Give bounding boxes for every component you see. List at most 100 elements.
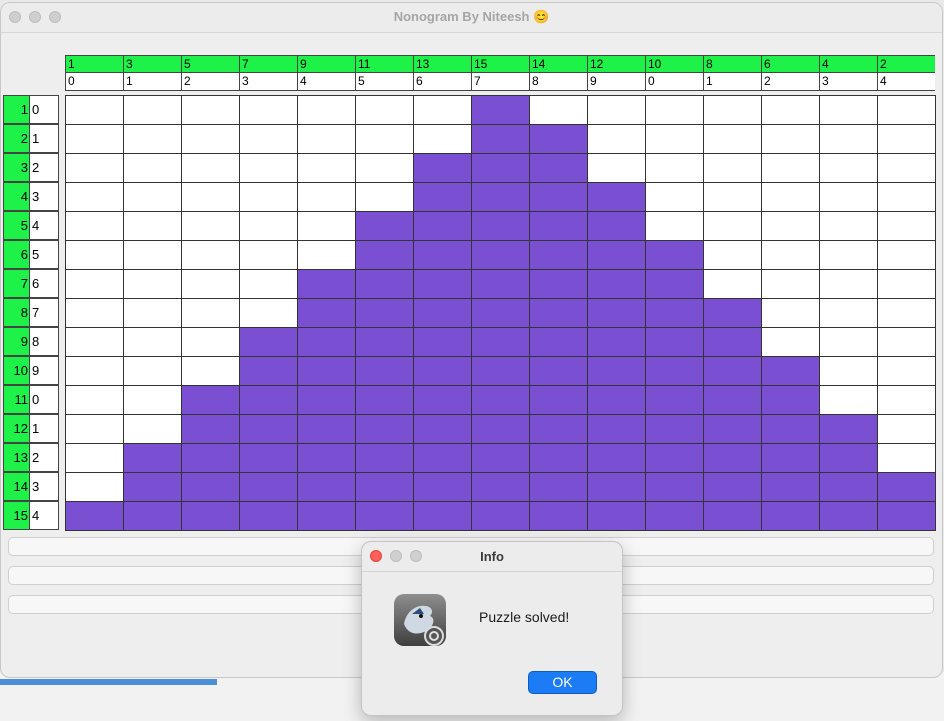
grid-cell-filled[interactable] [587, 356, 646, 386]
grid-cell-filled[interactable] [413, 385, 472, 415]
grid-cell-filled[interactable] [413, 443, 472, 473]
grid-cell-empty[interactable] [877, 443, 936, 473]
grid-cell-filled[interactable] [703, 327, 762, 357]
grid-cell-empty[interactable] [645, 124, 704, 154]
grid-cell-filled[interactable] [413, 472, 472, 502]
grid-cell-empty[interactable] [181, 269, 240, 299]
grid-cell-filled[interactable] [181, 443, 240, 473]
grid-cell-empty[interactable] [65, 385, 124, 415]
grid-cell-filled[interactable] [181, 472, 240, 502]
grid-cell-filled[interactable] [645, 240, 704, 270]
grid-cell-filled[interactable] [65, 501, 124, 531]
grid-cell-empty[interactable] [239, 182, 298, 212]
grid-cell-empty[interactable] [587, 153, 646, 183]
grid-cell-empty[interactable] [877, 269, 936, 299]
grid-cell-empty[interactable] [239, 124, 298, 154]
grid-cell-filled[interactable] [529, 182, 588, 212]
grid-cell-filled[interactable] [471, 124, 530, 154]
grid-cell-filled[interactable] [645, 472, 704, 502]
grid-cell-filled[interactable] [529, 211, 588, 241]
grid-cell-empty[interactable] [877, 414, 936, 444]
grid-cell-filled[interactable] [703, 472, 762, 502]
grid-cell-filled[interactable] [413, 356, 472, 386]
grid-cell-empty[interactable] [761, 153, 820, 183]
grid-cell-empty[interactable] [239, 269, 298, 299]
grid-cell-filled[interactable] [529, 298, 588, 328]
grid-cell-filled[interactable] [297, 414, 356, 444]
grid-cell-filled[interactable] [181, 501, 240, 531]
grid-cell-empty[interactable] [819, 298, 878, 328]
grid-cell-empty[interactable] [181, 153, 240, 183]
grid-cell-empty[interactable] [123, 298, 182, 328]
grid-cell-filled[interactable] [355, 443, 414, 473]
grid-cell-empty[interactable] [703, 269, 762, 299]
grid-cell-empty[interactable] [239, 153, 298, 183]
grid-cell-empty[interactable] [645, 95, 704, 125]
grid-cell-empty[interactable] [819, 211, 878, 241]
grid-cell-empty[interactable] [65, 443, 124, 473]
grid-cell-filled[interactable] [239, 443, 298, 473]
grid-cell-filled[interactable] [355, 472, 414, 502]
grid-cell-filled[interactable] [761, 414, 820, 444]
grid-cell-empty[interactable] [819, 182, 878, 212]
grid-cell-filled[interactable] [355, 501, 414, 531]
grid-cell-empty[interactable] [355, 182, 414, 212]
grid-cell-empty[interactable] [65, 124, 124, 154]
grid-cell-empty[interactable] [123, 327, 182, 357]
grid-cell-filled[interactable] [355, 211, 414, 241]
grid-cell-filled[interactable] [645, 269, 704, 299]
grid-cell-empty[interactable] [819, 153, 878, 183]
grid-cell-filled[interactable] [123, 501, 182, 531]
grid-cell-filled[interactable] [529, 443, 588, 473]
grid-cell-filled[interactable] [587, 269, 646, 299]
grid-cell-empty[interactable] [761, 124, 820, 154]
grid-cell-filled[interactable] [413, 153, 472, 183]
grid-cell-empty[interactable] [355, 95, 414, 125]
grid-cell-empty[interactable] [645, 153, 704, 183]
grid-cell-filled[interactable] [471, 211, 530, 241]
grid-cell-filled[interactable] [297, 443, 356, 473]
grid-cell-empty[interactable] [703, 240, 762, 270]
grid-cell-filled[interactable] [529, 472, 588, 502]
grid-cell-empty[interactable] [123, 356, 182, 386]
grid-cell-empty[interactable] [355, 124, 414, 154]
grid-cell-filled[interactable] [645, 356, 704, 386]
grid-cell-empty[interactable] [703, 211, 762, 241]
grid-cell-filled[interactable] [529, 124, 588, 154]
grid-cell-empty[interactable] [877, 211, 936, 241]
grid-cell-empty[interactable] [181, 356, 240, 386]
grid-cell-empty[interactable] [703, 124, 762, 154]
grid-cell-filled[interactable] [587, 472, 646, 502]
grid-cell-filled[interactable] [297, 385, 356, 415]
grid-cell-empty[interactable] [355, 153, 414, 183]
grid-cell-empty[interactable] [877, 327, 936, 357]
grid-cell-filled[interactable] [355, 327, 414, 357]
grid-cell-empty[interactable] [413, 124, 472, 154]
grid-cell-filled[interactable] [529, 414, 588, 444]
grid-cell-filled[interactable] [703, 414, 762, 444]
grid-cell-empty[interactable] [65, 414, 124, 444]
grid-cell-empty[interactable] [181, 240, 240, 270]
grid-cell-empty[interactable] [123, 124, 182, 154]
grid-cell-filled[interactable] [181, 414, 240, 444]
grid-cell-filled[interactable] [529, 385, 588, 415]
grid-cell-filled[interactable] [587, 298, 646, 328]
grid-cell-filled[interactable] [297, 356, 356, 386]
grid-cell-empty[interactable] [123, 211, 182, 241]
grid-cell-empty[interactable] [65, 356, 124, 386]
grid-cell-filled[interactable] [471, 472, 530, 502]
grid-cell-filled[interactable] [471, 153, 530, 183]
grid-cell-empty[interactable] [761, 211, 820, 241]
grid-cell-empty[interactable] [181, 182, 240, 212]
grid-cell-filled[interactable] [703, 501, 762, 531]
grid-cell-empty[interactable] [65, 240, 124, 270]
grid-cell-filled[interactable] [761, 443, 820, 473]
grid-cell-filled[interactable] [471, 385, 530, 415]
grid-cell-filled[interactable] [181, 385, 240, 415]
grid-cell-empty[interactable] [297, 240, 356, 270]
grid-cell-filled[interactable] [587, 240, 646, 270]
grid-cell-filled[interactable] [703, 356, 762, 386]
grid-cell-filled[interactable] [471, 95, 530, 125]
grid-cell-filled[interactable] [471, 356, 530, 386]
grid-cell-empty[interactable] [877, 385, 936, 415]
